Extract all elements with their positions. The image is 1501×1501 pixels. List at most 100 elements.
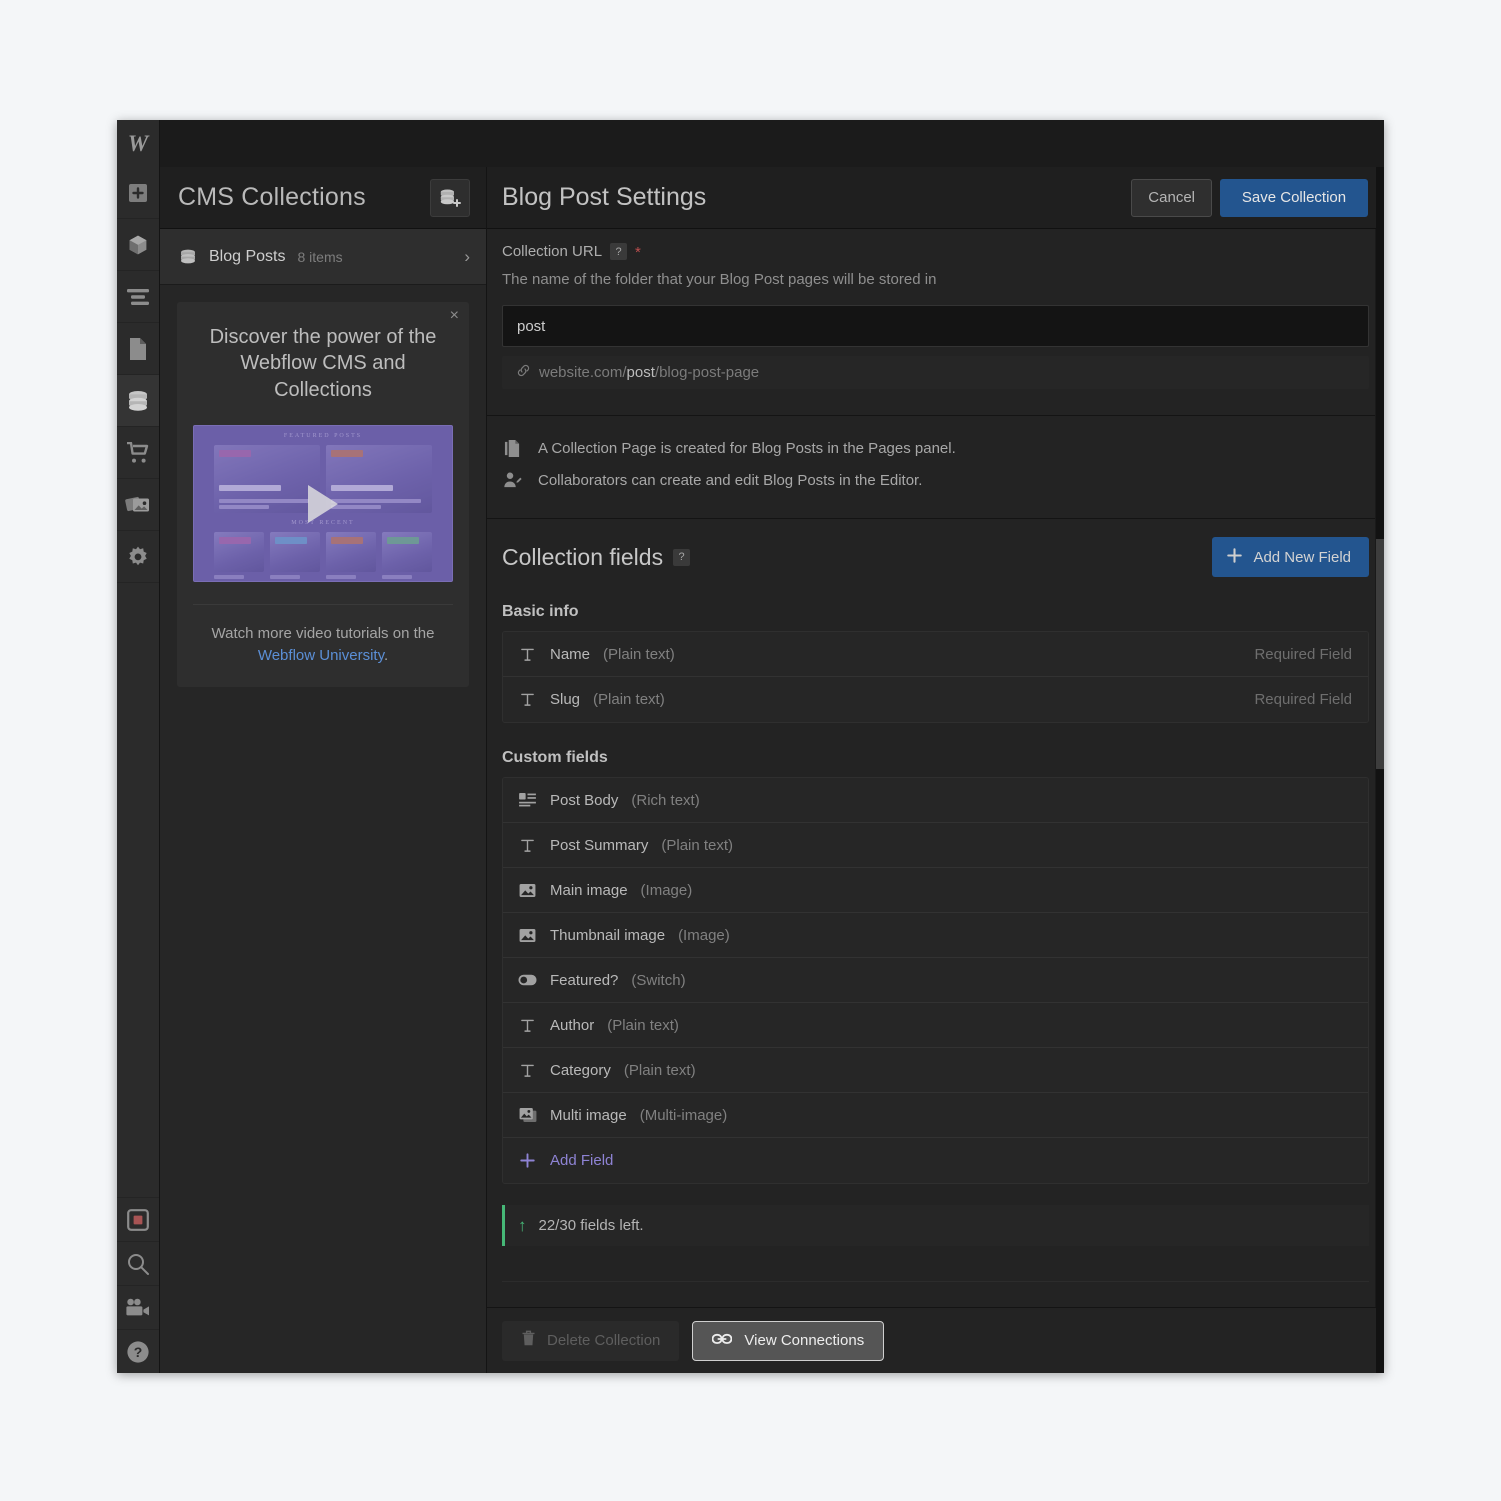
field-type: (Plain text) (593, 691, 665, 708)
plain-text-icon (518, 692, 537, 707)
add-panel-icon[interactable] (117, 167, 159, 219)
settings-scroll-area[interactable]: Collection URL ? * The name of the folde… (487, 229, 1384, 1307)
new-collection-button[interactable] (430, 178, 470, 217)
fields-left-text: 22/30 fields left. (538, 1217, 644, 1234)
collection-item-count: 8 items (297, 248, 343, 265)
close-icon[interactable]: × (450, 308, 459, 324)
date-created-label: Date Created (606, 1306, 695, 1307)
view-connections-button[interactable]: View Connections (692, 1320, 885, 1361)
image-icon (518, 883, 537, 898)
url-preview-suffix: /blog-post-page (654, 364, 760, 381)
required-marker: * (635, 244, 641, 261)
help-icon[interactable]: ? (117, 1329, 159, 1373)
collaborator-icon (502, 471, 522, 490)
left-rail: ? (117, 167, 160, 1373)
delete-collection-label: Delete Collection (547, 1332, 661, 1349)
collection-item-blog-posts[interactable]: Blog Posts 8 items › (160, 229, 486, 285)
collection-url-label-row: Collection URL ? * (502, 243, 1369, 260)
field-name: Name (550, 645, 591, 663)
field-row-slug[interactable]: Slug (Plain text) Required Field (503, 677, 1368, 722)
url-preview-text: website.com/post/blog-post-page (539, 364, 759, 381)
webflow-logo-button[interactable]: W (117, 120, 160, 167)
plus-icon (518, 1152, 537, 1169)
webflow-university-link[interactable]: Webflow University (258, 647, 384, 664)
field-type: (Multi-image) (639, 1106, 728, 1124)
cms-collections-panel: CMS Collections Blog Posts 8 items › × D… (160, 167, 487, 1373)
trash-icon (521, 1330, 536, 1351)
field-row-post-summary[interactable]: Post Summary (Plain text) (503, 823, 1368, 868)
field-row-thumbnail-image[interactable]: Thumbnail image (Image) (503, 913, 1368, 958)
basic-info-group-title: Basic info (502, 603, 579, 620)
navigator-icon[interactable] (117, 271, 159, 323)
elements-icon[interactable] (117, 219, 159, 271)
note-text: A Collection Page is created for Blog Po… (538, 439, 956, 457)
webflow-designer-window: W ? CMS Collections Blog Posts 8 items ›… (117, 120, 1384, 1373)
field-type: (Switch) (631, 971, 686, 989)
cms-icon[interactable] (117, 375, 159, 427)
field-name: Featured? (550, 971, 619, 989)
field-row-category[interactable]: Category (Plain text) (503, 1048, 1368, 1093)
plain-text-icon (518, 1063, 537, 1078)
field-name: Category (550, 1061, 611, 1079)
promo-video-thumbnail[interactable]: FEATURED POSTS MOST RECENT (193, 425, 453, 583)
settings-content: Collection URL ? * The name of the folde… (487, 229, 1384, 1307)
delete-collection-button[interactable]: Delete Collection (502, 1320, 680, 1361)
collection-fields-title: Collection fields (502, 543, 664, 570)
add-new-field-label: Add New Field (1253, 548, 1351, 566)
url-preview-prefix: website.com/ (539, 364, 627, 381)
video-icon[interactable] (117, 1285, 159, 1329)
field-type: (Plain text) (603, 645, 675, 663)
field-type: (Plain text) (623, 1061, 696, 1079)
field-row-main-image[interactable]: Main image (Image) (503, 868, 1368, 913)
field-name: Main image (550, 881, 628, 899)
assets-icon[interactable] (117, 479, 159, 531)
collections-panel-header: CMS Collections (160, 167, 486, 229)
ecommerce-icon[interactable] (117, 427, 159, 479)
promo-footer: Watch more video tutorials on the Webflo… (193, 604, 453, 687)
plus-icon (1226, 547, 1243, 568)
window-scrollbar-thumb[interactable] (1376, 539, 1384, 769)
help-icon[interactable]: ? (610, 243, 628, 260)
field-row-author[interactable]: Author (Plain text) (503, 1003, 1368, 1048)
promo-title: Discover the power of the Webflow CMS an… (209, 326, 437, 401)
field-row-post-body[interactable]: Post Body (Rich text) (503, 778, 1368, 823)
add-field-label: Add Field (550, 1152, 614, 1169)
field-row-featured[interactable]: Featured? (Switch) (503, 958, 1368, 1003)
cancel-button[interactable]: Cancel (1131, 178, 1212, 217)
view-connections-label: View Connections (744, 1332, 865, 1349)
collection-name: Blog Posts (209, 247, 286, 265)
pages-icon[interactable] (117, 323, 159, 375)
field-name: Author (550, 1016, 595, 1034)
save-collection-button[interactable]: Save Collection (1220, 178, 1368, 217)
field-type: (Image) (640, 881, 693, 899)
promo-footer-text: Watch more video tutorials on the (211, 625, 435, 643)
date-published-label: Date Published (819, 1306, 921, 1307)
play-icon[interactable] (308, 484, 338, 523)
field-row-name[interactable]: Name (Plain text) Required Field (503, 632, 1368, 677)
window-scrollbar[interactable] (1376, 167, 1384, 1373)
record-icon[interactable] (117, 1197, 159, 1241)
note-row: A Collection Page is created for Blog Po… (502, 432, 1369, 464)
fields-left-notice: ↑ 22/30 fields left. (502, 1205, 1369, 1246)
up-arrow-icon: ↑ (518, 1216, 527, 1235)
settings-header: Blog Post Settings Cancel Save Collectio… (487, 167, 1384, 229)
collection-url-label: Collection URL (502, 243, 603, 260)
link-icon (712, 1332, 733, 1350)
field-row-multi-image[interactable]: Multi image (Multi-image) (503, 1093, 1368, 1138)
chevron-right-icon: › (464, 246, 470, 266)
add-new-field-button[interactable]: Add New Field (1212, 537, 1369, 577)
field-name: Post Summary (550, 836, 649, 854)
basic-info-field-list: Name (Plain text) Required Field Slug (P… (502, 631, 1369, 723)
field-type: (Plain text) (661, 836, 734, 854)
collection-url-input[interactable]: post (502, 305, 1369, 347)
help-icon[interactable]: ? (673, 548, 691, 566)
settings-icon[interactable] (117, 531, 159, 583)
link-icon (516, 363, 531, 382)
search-icon[interactable] (117, 1241, 159, 1285)
field-type: (Plain text) (607, 1016, 679, 1034)
custom-fields-group-title: Custom fields (502, 749, 608, 766)
multi-image-icon (518, 1107, 537, 1123)
collection-settings-panel: Blog Post Settings Cancel Save Collectio… (487, 167, 1384, 1373)
page-title: Blog Post Settings (502, 183, 707, 211)
add-field-button[interactable]: Add Field (503, 1138, 1368, 1183)
